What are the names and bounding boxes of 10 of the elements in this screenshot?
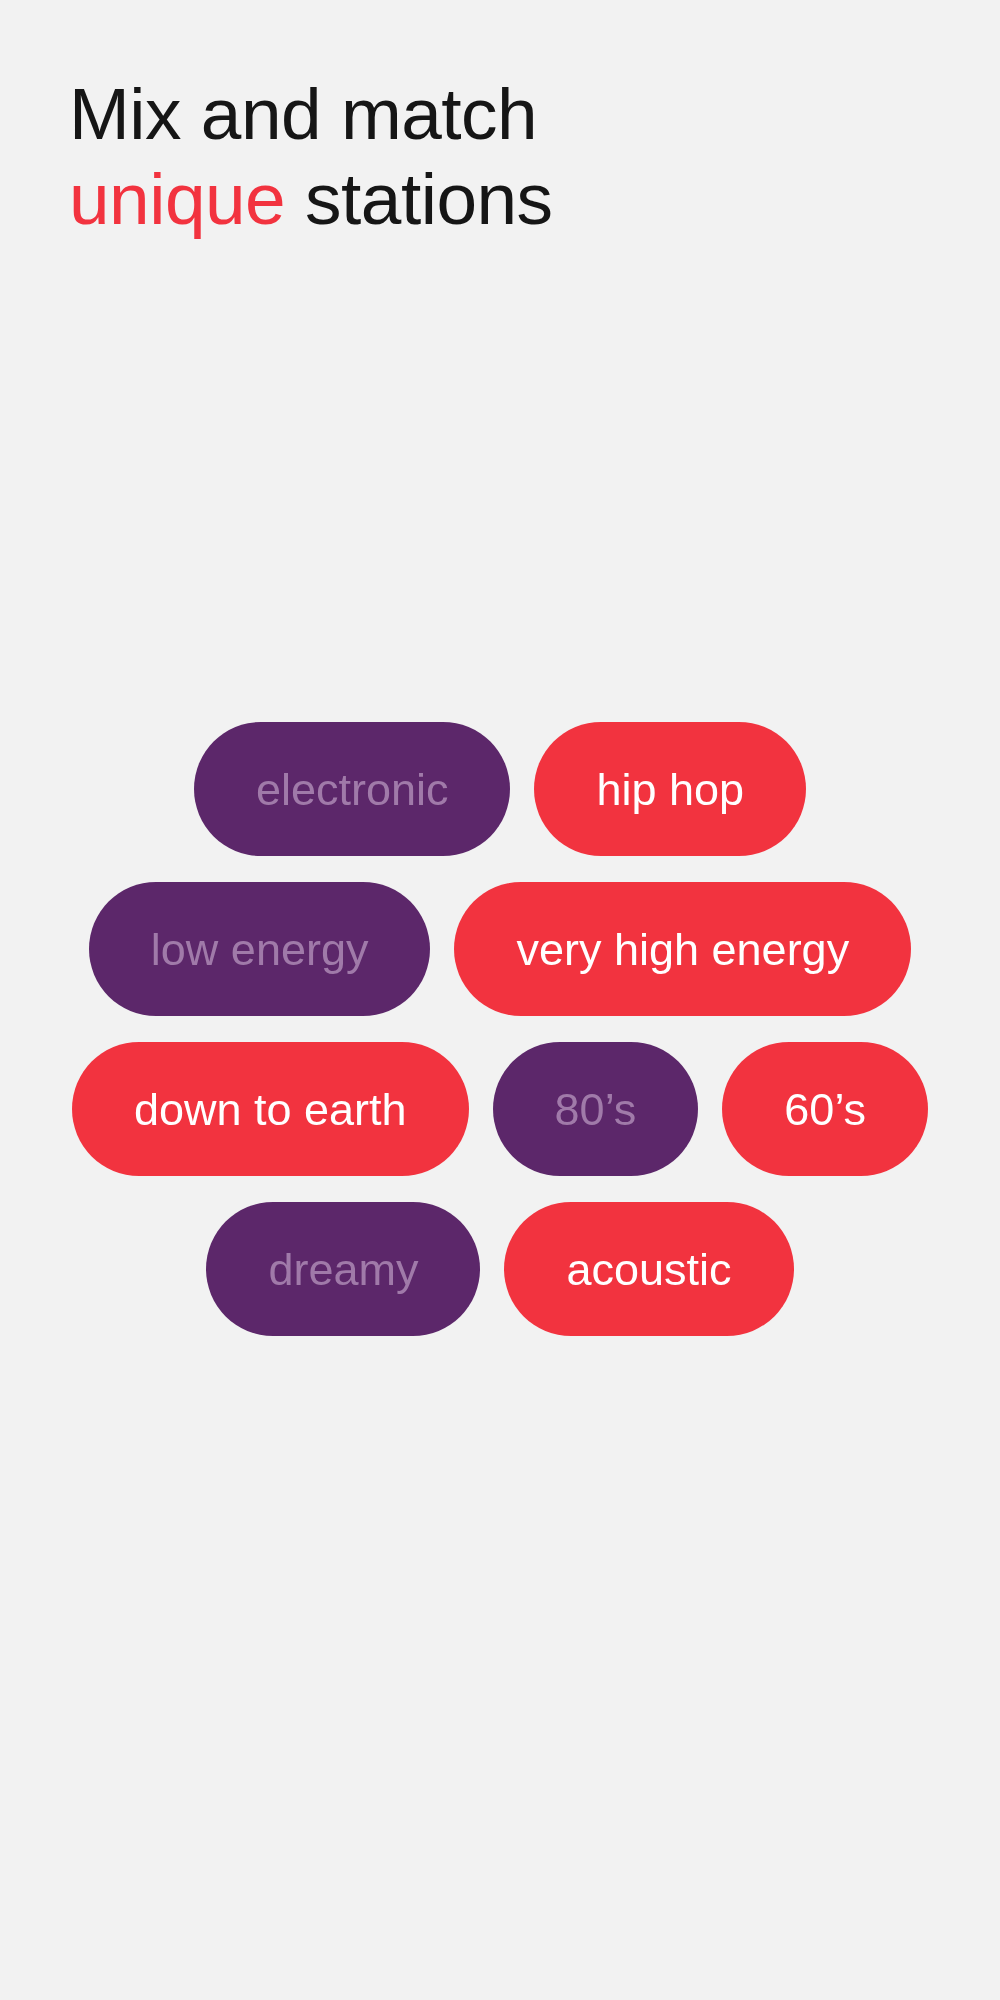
- station-tag[interactable]: acoustic: [504, 1202, 794, 1336]
- station-tag[interactable]: down to earth: [71, 1042, 469, 1176]
- station-tag[interactable]: electronic: [193, 722, 511, 856]
- station-tag[interactable]: low energy: [88, 882, 431, 1016]
- station-tag[interactable]: hip hop: [534, 722, 807, 856]
- station-tag[interactable]: dreamy: [206, 1202, 481, 1336]
- station-tag[interactable]: 80’s: [492, 1042, 699, 1176]
- station-tag[interactable]: 60’s: [722, 1042, 929, 1176]
- heading: Mix and match unique stations: [69, 72, 554, 241]
- station-tag[interactable]: very high energy: [454, 882, 912, 1016]
